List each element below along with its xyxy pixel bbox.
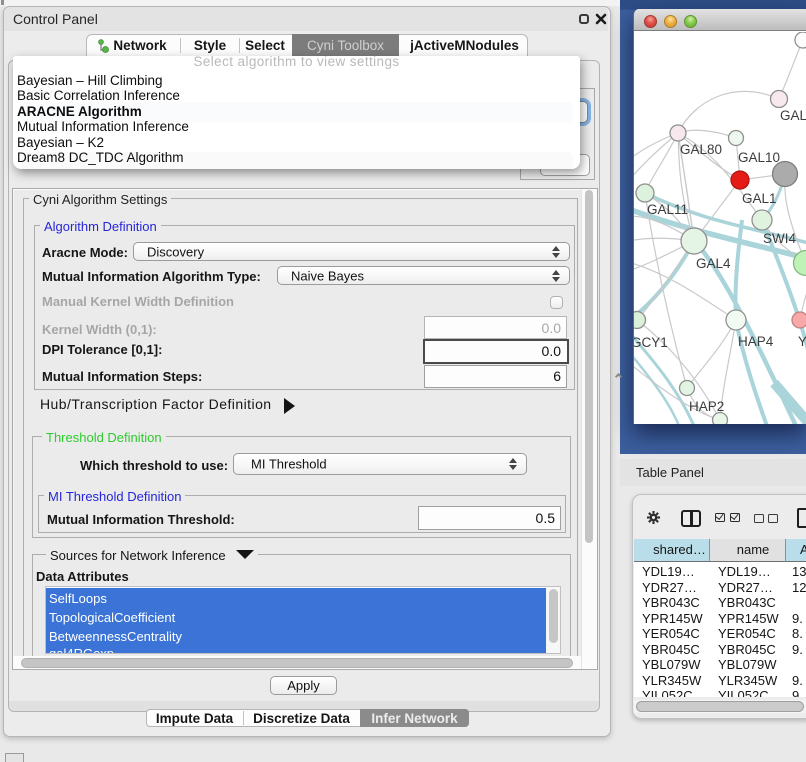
svg-text:HAP4: HAP4 [738,334,774,349]
svg-text:GAL4: GAL4 [696,256,731,271]
svg-text:GAL80: GAL80 [680,142,722,157]
svg-text:SWI4: SWI4 [763,231,796,246]
svg-text:HAP2: HAP2 [689,399,724,414]
svg-text:GAL: GAL [780,108,806,123]
svg-text:GCY1: GCY1 [634,335,668,350]
svg-text:GAL1: GAL1 [742,191,777,206]
svg-text:Y: Y [798,334,806,349]
svg-text:GAL11: GAL11 [647,202,688,217]
svg-text:GAL10: GAL10 [738,150,780,165]
